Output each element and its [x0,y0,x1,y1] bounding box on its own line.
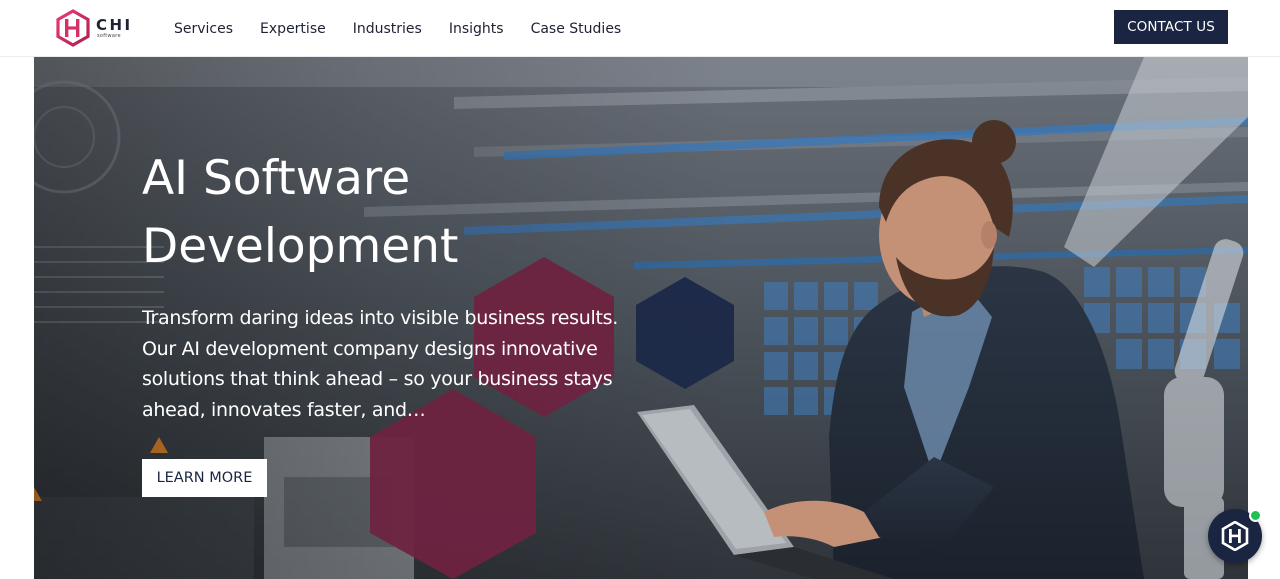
hero-section: AI Software Development Transform daring… [34,57,1248,579]
chi-logo-icon [1221,521,1249,551]
hero-description: Transform daring ideas into visible busi… [142,307,618,421]
online-status-dot [1249,509,1262,522]
hero-title: AI Software Development [142,151,459,274]
chi-software-logo[interactable]: CHI software [55,9,135,47]
contact-us-button[interactable]: CONTACT US [1114,10,1228,44]
logo-wordmark: CHI [96,16,133,34]
site-header: CHI software Services Expertise Industri… [0,0,1280,57]
nav-industries[interactable]: Industries [353,21,422,37]
main-nav: Services Expertise Industries Insights C… [174,0,648,57]
nav-expertise[interactable]: Expertise [260,21,326,37]
chi-logo-icon [56,9,90,47]
nav-case-studies[interactable]: Case Studies [531,21,622,37]
nav-insights[interactable]: Insights [449,21,504,37]
learn-more-button[interactable]: LEARN MORE [142,459,267,497]
logo-subtext: software [97,33,121,39]
nav-services[interactable]: Services [174,21,233,37]
